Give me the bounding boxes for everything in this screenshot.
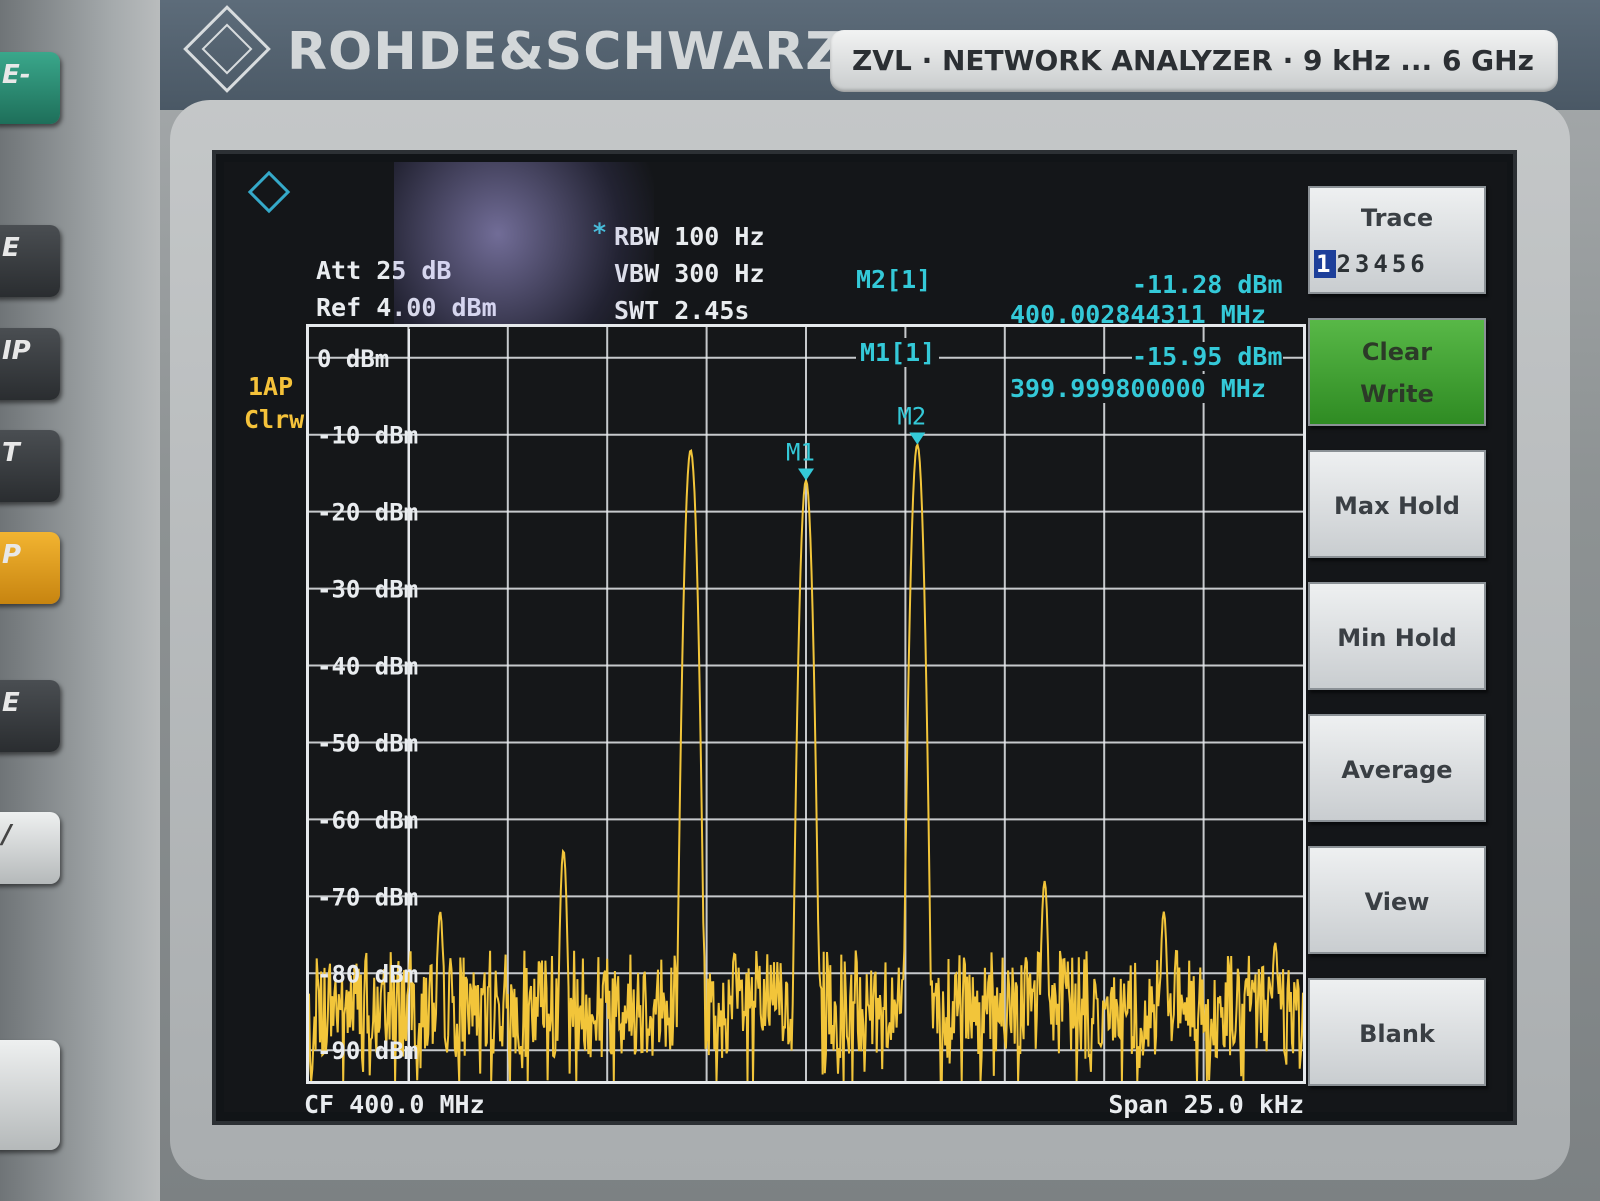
y-tick-label: -70 dBm: [317, 883, 418, 911]
trace-digit[interactable]: 6: [1410, 250, 1428, 278]
reference-level: Ref 4.00 dBm: [316, 293, 497, 322]
left-key-2[interactable]: E: [0, 225, 60, 297]
marker-m1-flag: M1: [786, 438, 815, 466]
trace-digit[interactable]: 5: [1392, 250, 1410, 278]
marker-m1-level: -15.95 dBm: [1132, 342, 1283, 371]
marker-m2-level: -11.28 dBm: [1132, 270, 1283, 299]
trace-mode-label: Clrw: [244, 405, 305, 434]
left-key-panel: E- E IP T P E /: [0, 0, 160, 1201]
y-tick-label: 0 dBm: [317, 345, 389, 373]
softkey-blank-label: Blank: [1359, 1020, 1435, 1048]
y-tick-label: -60 dBm: [317, 806, 418, 834]
trace-digit[interactable]: 4: [1373, 250, 1391, 278]
softkey-view[interactable]: View: [1308, 846, 1486, 954]
softkey-average[interactable]: Average: [1308, 714, 1486, 822]
softkey-min-hold-label: Min Hold: [1337, 624, 1457, 652]
trace-detector-label: 1AP: [248, 372, 294, 401]
y-tick-label: -80 dBm: [317, 960, 418, 988]
swt-setting: SWT 2.45s: [614, 296, 750, 325]
left-key-5[interactable]: P: [0, 532, 60, 604]
softkey-min-hold[interactable]: Min Hold: [1308, 582, 1486, 690]
span-setting: Span 25.0 kHz: [1108, 1090, 1304, 1119]
model-plate: ZVL · NETWORK ANALYZER · 9 kHz ... 6 GHz: [830, 30, 1558, 92]
softkey-clear-write-line2: Write: [1360, 380, 1434, 408]
marker-m1-flag-triangle: [798, 468, 814, 481]
marker-m2-flag: M2: [897, 403, 926, 431]
spectrum-svg: M1 M2 0 dBm -10 dBm -20 dBm -30 dBm -40 dBm -5…: [309, 327, 1303, 1081]
y-tick-label: -10 dBm: [317, 422, 418, 450]
softkey-view-label: View: [1364, 888, 1430, 916]
bottom-status-bar: CF 400.0 MHz Span 25.0 kHz: [304, 1090, 1304, 1126]
brand-name: ROHDE&SCHWARZ: [287, 22, 844, 82]
marker-m1-id: M1[1]: [856, 338, 940, 367]
softkey-max-hold-label: Max Hold: [1334, 492, 1460, 520]
trace-digit[interactable]: 2: [1336, 250, 1354, 278]
softkey-clear-write[interactable]: Clear Write: [1308, 318, 1486, 426]
trace-number-selector[interactable]: 123456: [1314, 250, 1429, 278]
softkey-trace-label: Trace: [1360, 204, 1434, 232]
softkey-trace[interactable]: Trace 123456: [1308, 186, 1486, 294]
vbw-setting: VBW 300 Hz: [614, 259, 765, 288]
y-tick-label: -50 dBm: [317, 729, 418, 757]
analyzer-device: E- E IP T P E / ROHDE&SCHWARZ ZVL · NETW…: [0, 0, 1600, 1201]
left-key-7[interactable]: /: [0, 812, 60, 884]
rbw-asterisk: *: [592, 218, 608, 247]
y-tick-label: -20 dBm: [317, 499, 418, 527]
left-key-1[interactable]: E-: [0, 52, 60, 124]
softkey-max-hold[interactable]: Max Hold: [1308, 450, 1486, 558]
softkey-average-label: Average: [1341, 756, 1453, 784]
left-key-4[interactable]: T: [0, 430, 60, 502]
marker-m2-flag-triangle: [909, 432, 926, 445]
left-key-8[interactable]: [0, 1040, 60, 1150]
rbw-setting: RBW 100 Hz: [614, 222, 765, 251]
trace-digit[interactable]: 3: [1355, 250, 1373, 278]
spectrum-plot: M1 M2 0 dBm -10 dBm -20 dBm -30 dBm -40 dBm -5…: [306, 324, 1306, 1084]
y-tick-label: -30 dBm: [317, 576, 418, 604]
rs-logo-icon: [247, 170, 291, 214]
left-key-3[interactable]: IP: [0, 328, 60, 400]
y-tick-label: -40 dBm: [317, 653, 418, 681]
attenuation-setting: Att 25 dB: [316, 256, 452, 285]
softkey-blank[interactable]: Blank: [1308, 978, 1486, 1086]
trace-digit[interactable]: 1: [1314, 250, 1337, 278]
softkey-clear-write-line1: Clear: [1361, 338, 1433, 366]
center-frequency: CF 400.0 MHz: [304, 1090, 485, 1119]
left-key-6[interactable]: E: [0, 680, 60, 752]
marker-m2-id: M2[1]: [856, 265, 932, 294]
y-tick-label: -90 dBm: [317, 1037, 418, 1065]
marker-m1-freq: 399.999800000 MHz: [1010, 374, 1266, 403]
